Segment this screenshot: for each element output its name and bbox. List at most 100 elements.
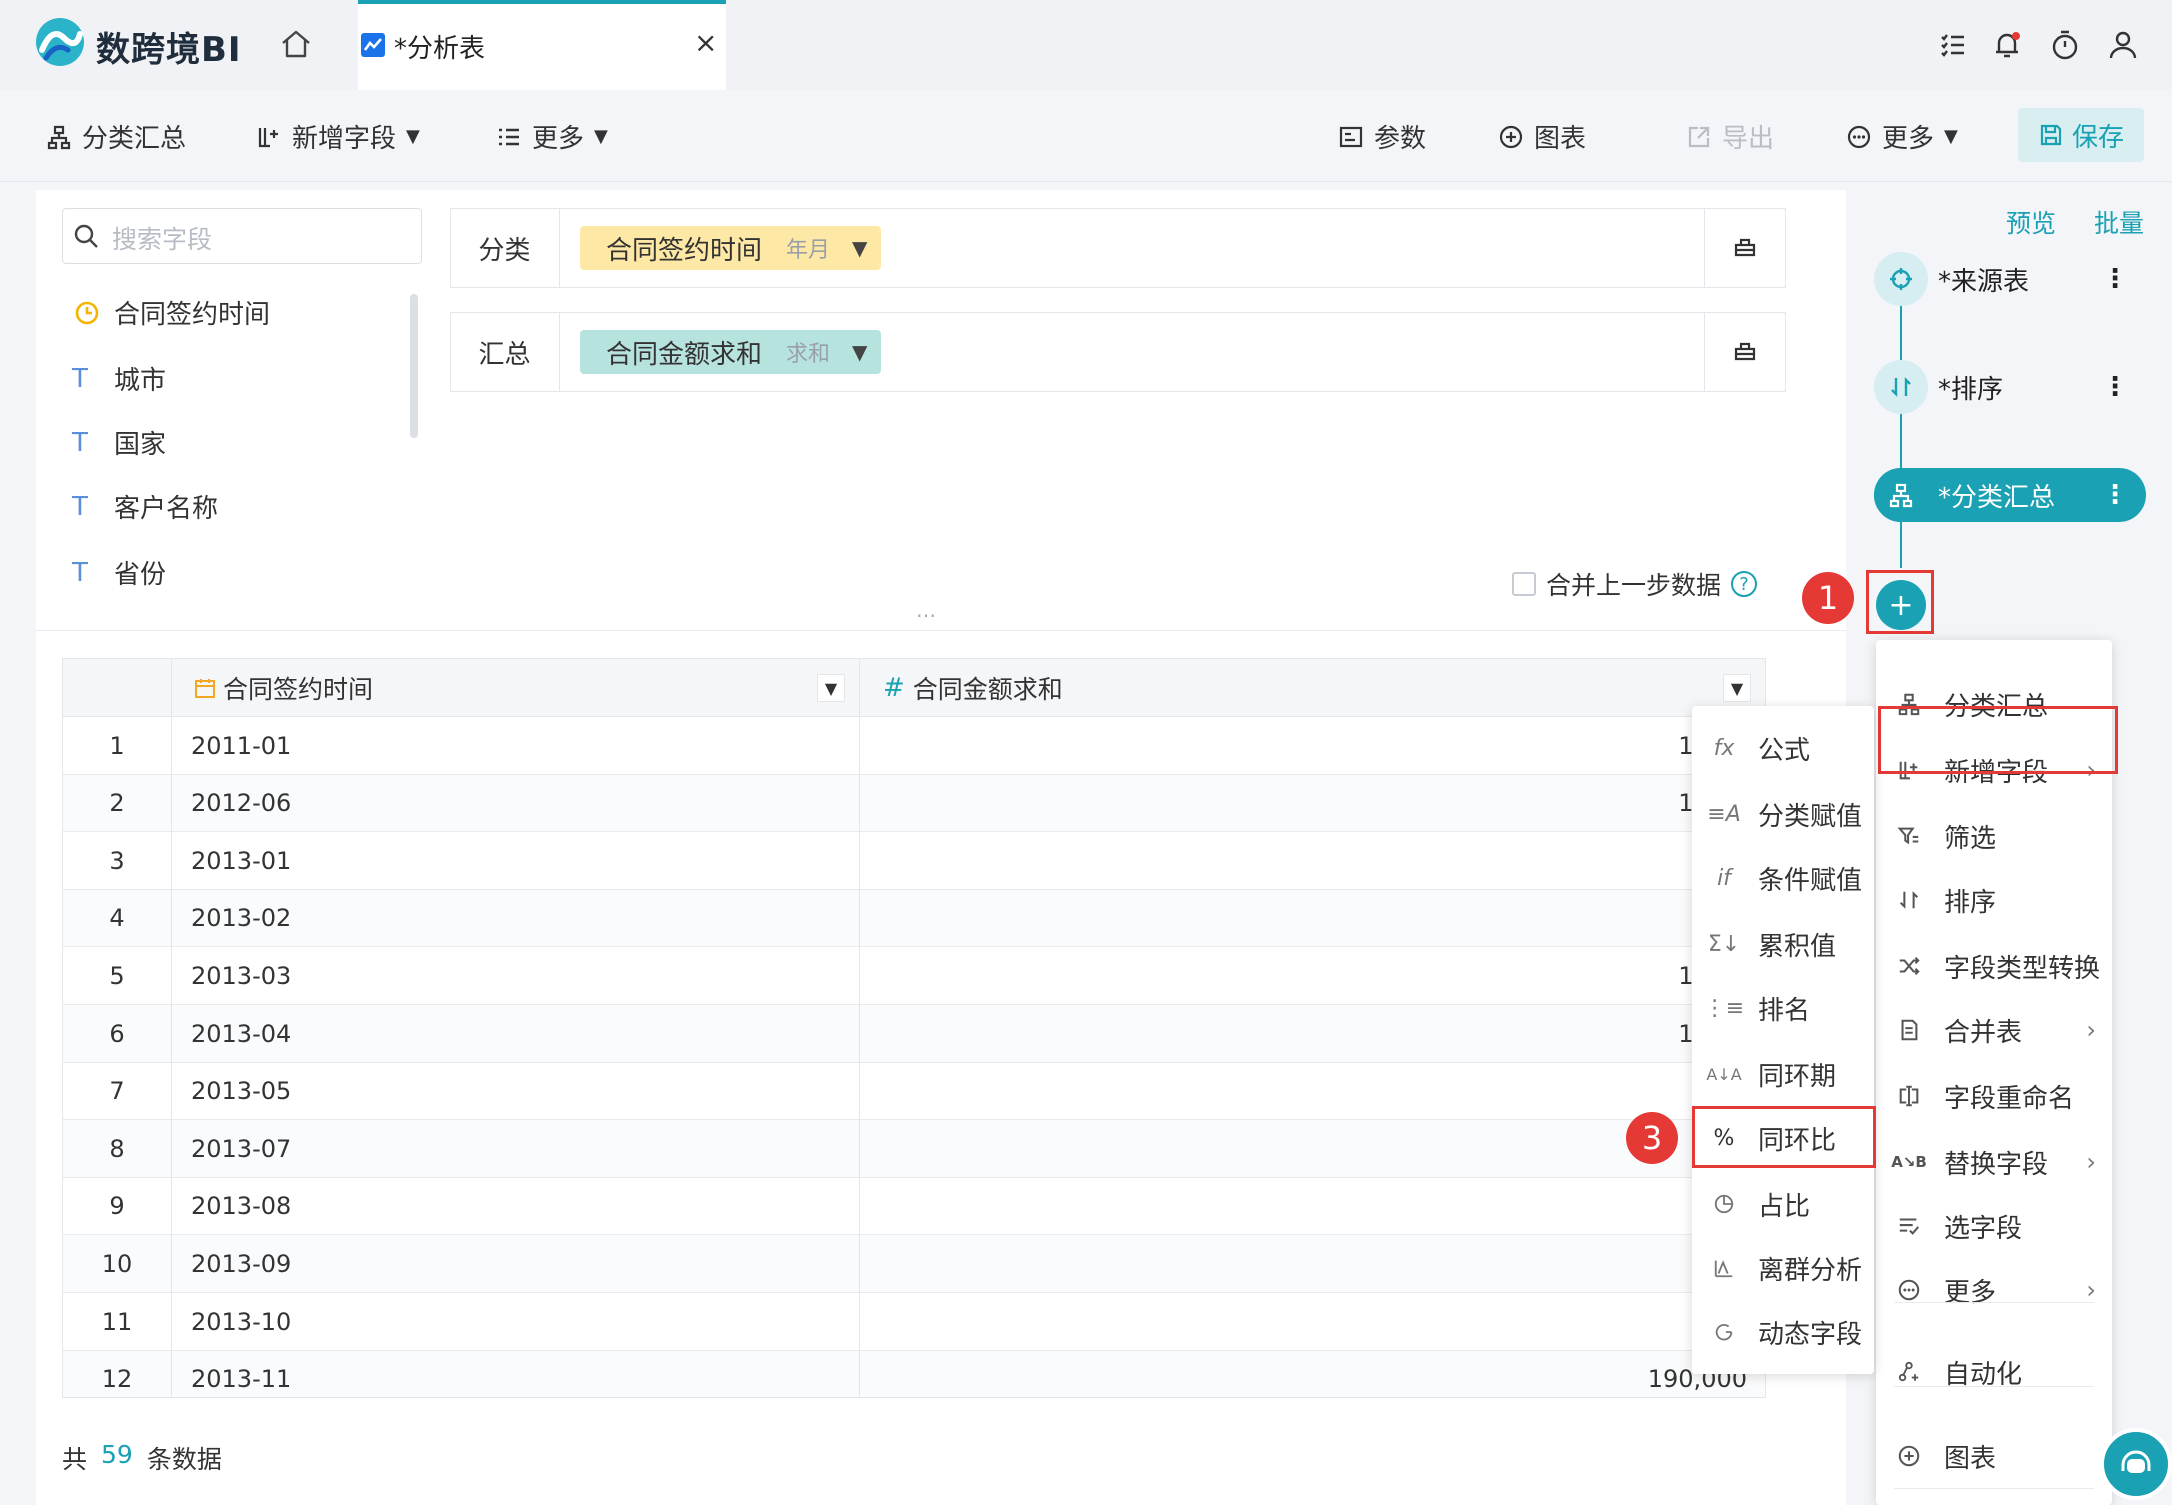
summary-chip[interactable]: 合同金额求和 求和 ▼	[580, 330, 882, 374]
text-icon: T	[72, 427, 88, 458]
merge-prev-checkbox[interactable]	[1512, 572, 1536, 596]
more-vertical-icon[interactable]: ⋮	[2102, 372, 2128, 402]
cell-date: 2013-09	[191, 1249, 292, 1278]
more-vertical-icon[interactable]: ⋮	[2102, 264, 2128, 294]
home-icon[interactable]	[278, 26, 314, 62]
field-item[interactable]: T 省份	[72, 554, 166, 591]
help-icon[interactable]: ?	[1731, 571, 1758, 597]
submenu-item-cumulative[interactable]: Σ↓ 累积值	[1692, 916, 1874, 972]
caret-down-icon[interactable]: ▼	[852, 236, 867, 260]
clear-category-button[interactable]	[1704, 208, 1784, 288]
field-list-scrollbar[interactable]	[410, 294, 418, 438]
category-chip[interactable]: 合同签约时间 年月 ▼	[580, 226, 882, 270]
resize-handle[interactable]: …	[916, 598, 936, 622]
flow-node-group-summary[interactable]: *分类汇总 ⋮	[1874, 468, 2146, 522]
menu-item-type-convert[interactable]: 字段类型转换	[1876, 938, 2112, 994]
add-step-button[interactable]: +	[1876, 580, 1926, 630]
menu-item-merge-table[interactable]: 合并表 ›	[1876, 1002, 2112, 1058]
caret-down-icon[interactable]: ▼	[1723, 674, 1751, 702]
preview-link[interactable]: 预览	[2006, 204, 2056, 240]
flow-connector	[1900, 268, 1902, 568]
row-index: 10	[101, 1249, 133, 1278]
category-label: 分类	[450, 208, 560, 288]
column-divider	[171, 659, 172, 1397]
rank-icon: ⋮≡	[1703, 995, 1745, 1021]
cell-date: 2013-03	[191, 961, 292, 990]
menu-item-rename-field[interactable]: 字段重命名	[1876, 1068, 2112, 1124]
close-icon[interactable]: ×	[694, 26, 717, 59]
more-vertical-icon[interactable]: ⋮	[2102, 480, 2128, 510]
menu-item-automation[interactable]: 自动化	[1876, 1344, 2112, 1400]
clear-summary-button[interactable]	[1704, 312, 1784, 392]
field-label: 合同签约时间	[114, 300, 271, 330]
field-item[interactable]: T 客户名称	[72, 488, 218, 525]
column-header-date[interactable]: 合同签约时间	[193, 659, 373, 717]
user-icon[interactable]	[2106, 28, 2140, 62]
pie-icon	[1710, 1193, 1738, 1215]
filter-icon	[1894, 824, 1924, 848]
save-button[interactable]: 保存	[2018, 108, 2144, 162]
params-button[interactable]: 参数	[1338, 118, 1426, 155]
submenu-item-outlier[interactable]: 离群分析	[1692, 1240, 1874, 1296]
merge-prev-label: 合并上一步数据	[1546, 571, 1722, 600]
more-left-label: 更多	[532, 124, 585, 154]
submenu-item-label: 累积值	[1758, 931, 1837, 962]
summary-chip-sub: 求和	[786, 342, 831, 367]
submenu-item-label: 占比	[1758, 1191, 1811, 1222]
menu-item-chart[interactable]: 图表	[1876, 1428, 2112, 1484]
submenu-item-condition-assign[interactable]: if 条件赋值	[1692, 850, 1874, 906]
cell-date: 2013-05	[191, 1077, 292, 1106]
cell-date: 2013-01	[191, 846, 292, 875]
row-index: 7	[109, 1077, 125, 1106]
field-label: 省份	[114, 560, 167, 590]
step-badge: 1	[1802, 572, 1854, 624]
more-right-button[interactable]: 更多 ▼	[1846, 118, 1958, 155]
menu-item-filter[interactable]: 筛选	[1876, 808, 2112, 864]
export-button[interactable]: 导出	[1686, 118, 1774, 155]
task-list-icon[interactable]	[1936, 28, 1970, 62]
submenu-item-period[interactable]: A↓A 同环期	[1692, 1046, 1874, 1102]
batch-link[interactable]: 批量	[2094, 204, 2144, 240]
chevron-right-icon: ›	[2086, 1016, 2096, 1044]
export-label: 导出	[1722, 124, 1775, 154]
chart-label: 图表	[1534, 124, 1587, 154]
menu-item-replace-field[interactable]: A↘B 替换字段 ›	[1876, 1134, 2112, 1190]
add-field-button[interactable]: 新增字段 ▼	[256, 118, 420, 155]
menu-item-sort[interactable]: 排序	[1876, 872, 2112, 928]
submenu-item-proportion[interactable]: 占比	[1692, 1176, 1874, 1232]
field-item[interactable]: T 城市	[72, 360, 166, 397]
table-row: 62013-041,000	[63, 1005, 1765, 1063]
cell-date: 2013-11	[191, 1365, 292, 1394]
row-index: 9	[109, 1192, 125, 1221]
bell-icon[interactable]	[1990, 28, 2024, 62]
row-index: 11	[101, 1307, 133, 1336]
row-index: 8	[109, 1134, 125, 1163]
submenu-item-formula[interactable]: fx 公式	[1692, 720, 1874, 776]
submenu-item-label: 动态字段	[1758, 1319, 1863, 1350]
chat-support-button[interactable]	[2100, 1428, 2172, 1500]
more-left-button[interactable]: 更多 ▼	[496, 118, 608, 155]
merge-prev-option[interactable]: 合并上一步数据 ?	[1512, 566, 1758, 602]
column-header-amount[interactable]: # 合同金额求和	[883, 659, 1063, 717]
field-item[interactable]: 合同签约时间	[72, 294, 270, 331]
flow-node-label: *来源表	[1938, 266, 2030, 297]
field-item[interactable]: T 国家	[72, 424, 166, 461]
flow-node-sort[interactable]: *排序 ⋮	[1874, 360, 2146, 414]
submenu-item-dynamic-field[interactable]: 动态字段	[1692, 1304, 1874, 1360]
list-icon	[499, 128, 519, 145]
timer-icon[interactable]	[2048, 28, 2082, 62]
field-label: 城市	[114, 366, 167, 396]
menu-item-more[interactable]: 更多 ›	[1876, 1262, 2112, 1318]
field-label: 国家	[114, 430, 167, 460]
submenu-item-rank[interactable]: ⋮≡ 排名	[1692, 980, 1874, 1036]
column-sort-button[interactable]: ▼	[817, 659, 845, 717]
cell-date: 2013-10	[191, 1307, 292, 1336]
submenu-item-category-assign[interactable]: ≡A 分类赋值	[1692, 786, 1874, 842]
caret-down-icon[interactable]: ▼	[852, 340, 867, 364]
caret-down-icon[interactable]: ▼	[817, 674, 845, 702]
group-summary-button[interactable]: 分类汇总	[46, 118, 186, 155]
chart-button[interactable]: 图表	[1498, 118, 1586, 155]
flow-node-source[interactable]: *来源表 ⋮	[1874, 252, 2146, 306]
menu-item-select-field[interactable]: 选字段	[1876, 1198, 2112, 1254]
table-row: 42013-0230	[63, 889, 1765, 948]
